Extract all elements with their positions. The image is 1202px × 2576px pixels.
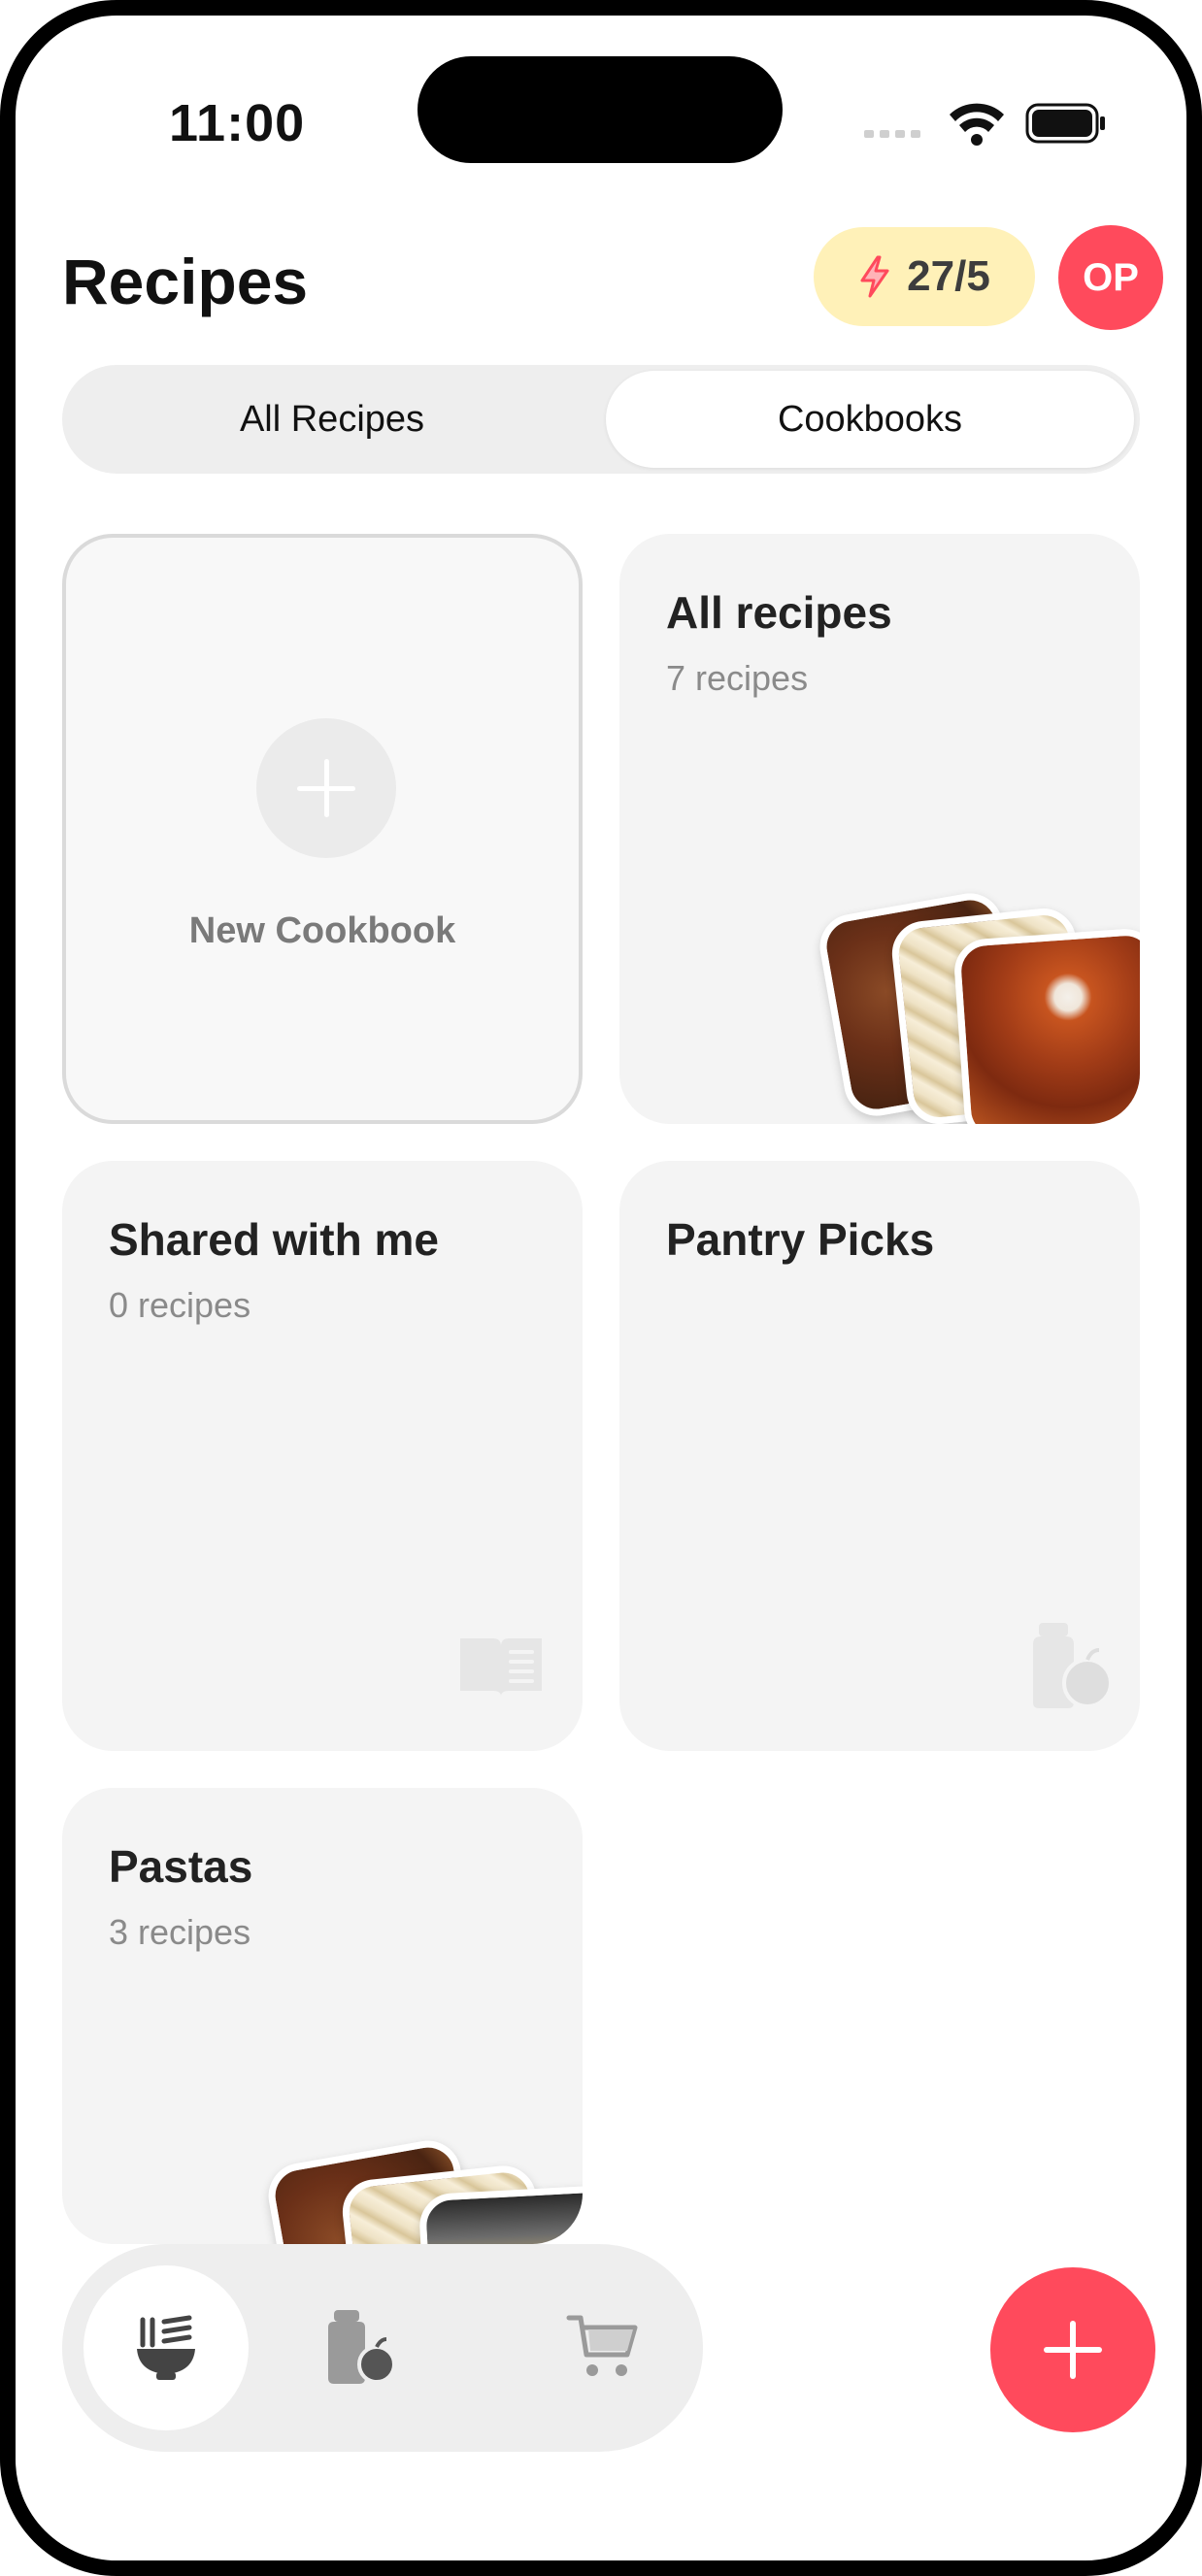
- cookbook-count: 7 recipes: [666, 658, 809, 698]
- add-recipe-button[interactable]: [990, 2267, 1155, 2432]
- cookbook-card-all-recipes[interactable]: All recipes 7 recipes: [619, 534, 1140, 1124]
- status-time: 11:00: [169, 94, 306, 152]
- tab-shopping[interactable]: [565, 2312, 643, 2382]
- plus-icon: [256, 718, 396, 858]
- cookbook-card-pantry-picks[interactable]: Pantry Picks: [619, 1161, 1140, 1751]
- tab-cookbooks[interactable]: Cookbooks: [606, 371, 1134, 468]
- cellular-signal-icon: [864, 130, 920, 138]
- credits-count: 27/5: [907, 252, 990, 300]
- cookbook-title: Shared with me: [109, 1214, 439, 1265]
- page-title: Recipes: [62, 246, 309, 317]
- cookbook-title: Pastas: [109, 1841, 253, 1892]
- tab-all-recipes[interactable]: All Recipes: [68, 371, 596, 468]
- recipe-thumbnail: [952, 926, 1140, 1124]
- pantry-jar-icon: [1033, 1623, 1113, 1708]
- wifi-icon: [950, 103, 1004, 146]
- new-cookbook-card[interactable]: New Cookbook: [62, 534, 583, 1124]
- cookbook-card-pastas[interactable]: Pastas 3 recipes: [62, 1788, 583, 2244]
- open-book-icon: [460, 1638, 542, 1697]
- cookbook-card-shared[interactable]: Shared with me 0 recipes: [62, 1161, 583, 1751]
- pantry-icon: [328, 2310, 396, 2384]
- bottom-tab-bar: [62, 2244, 703, 2452]
- dynamic-island: [417, 56, 783, 163]
- phone-frame: 11:00 Recipes 27/5 OP All Recipes Cookbo…: [0, 0, 1202, 2576]
- shopping-cart-icon: [566, 2315, 638, 2376]
- battery-icon: [1025, 103, 1105, 144]
- avatar[interactable]: OP: [1058, 225, 1163, 330]
- segmented-control: All Recipes Cookbooks: [62, 365, 1140, 474]
- tab-pantry[interactable]: [322, 2308, 410, 2386]
- credits-badge[interactable]: 27/5: [814, 227, 1035, 326]
- status-icons: [864, 103, 1105, 146]
- recipes-bowl-icon: [137, 2315, 195, 2380]
- new-cookbook-label: New Cookbook: [188, 910, 456, 951]
- cookbook-title: All recipes: [666, 587, 892, 638]
- recipe-thumbnail: [417, 2184, 583, 2244]
- tab-recipes[interactable]: [83, 2265, 249, 2430]
- cookbook-title: Pantry Picks: [666, 1214, 935, 1265]
- cookbook-count: 0 recipes: [109, 1285, 251, 1325]
- cookbook-count: 3 recipes: [109, 1912, 251, 1952]
- lightning-icon: [860, 255, 889, 298]
